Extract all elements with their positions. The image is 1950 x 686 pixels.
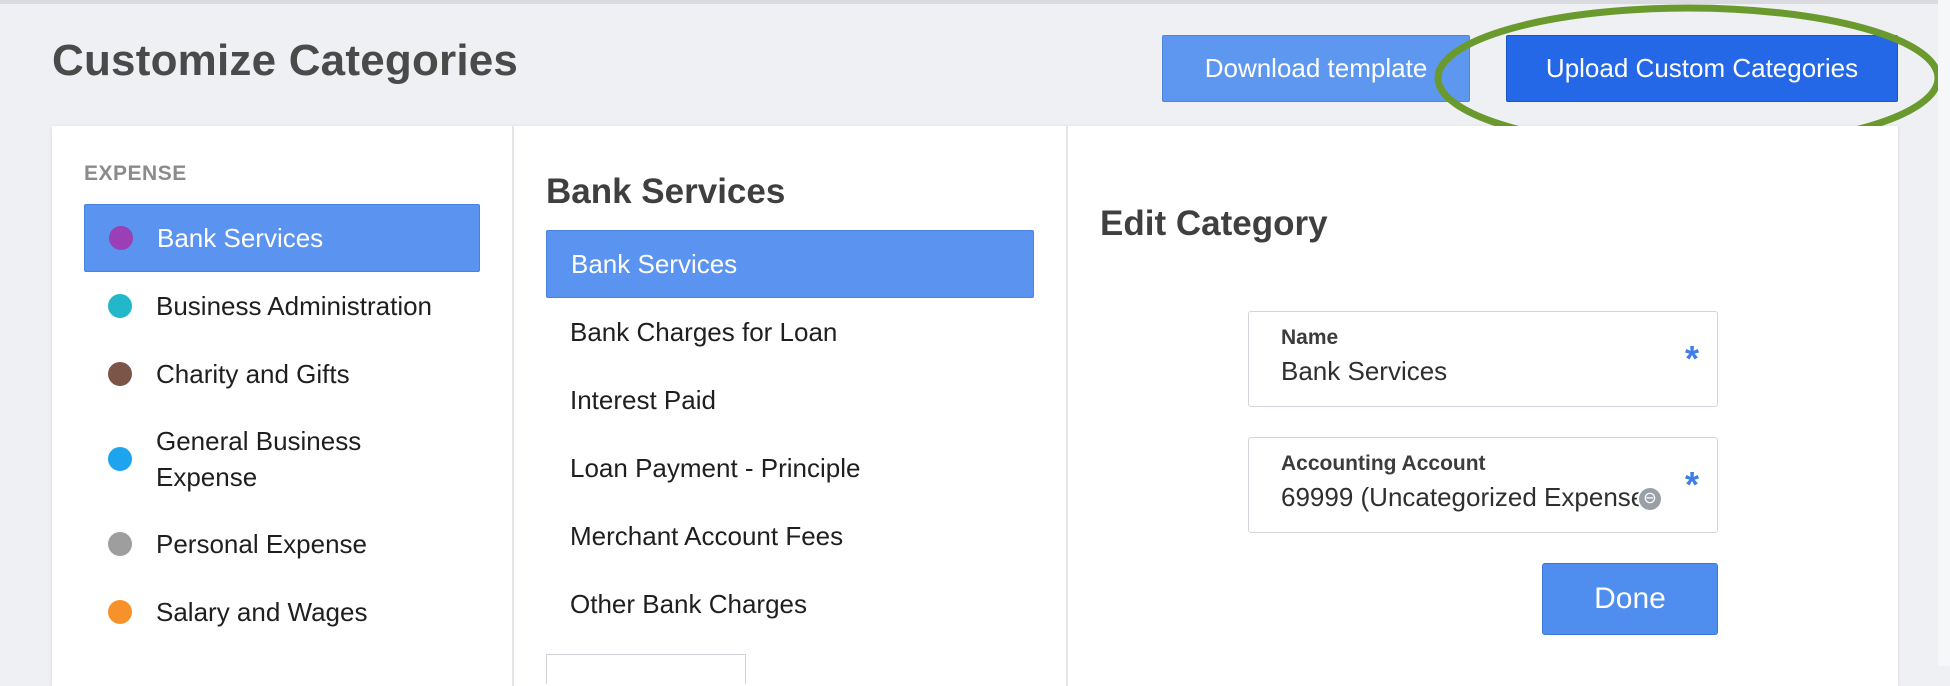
- required-asterisk: *: [1684, 464, 1699, 505]
- page-title: Customize Categories: [52, 36, 519, 85]
- category-item-salary-and-wages[interactable]: Salary and Wages: [84, 578, 480, 646]
- subcategory-list: Bank Services Bank Charges for Loan Inte…: [546, 230, 1034, 638]
- subcategory-item[interactable]: Other Bank Charges: [546, 570, 1034, 638]
- clear-icon[interactable]: ⊖: [1639, 488, 1661, 510]
- category-label: Personal Expense: [156, 529, 368, 559]
- name-field-value[interactable]: Bank Services: [1281, 356, 1641, 387]
- category-item-charity-and-gifts[interactable]: Charity and Gifts: [84, 340, 480, 408]
- subcategory-item[interactable]: Bank Charges for Loan: [546, 298, 1034, 366]
- download-template-button[interactable]: Download template: [1162, 35, 1470, 102]
- add-subcategory-box[interactable]: [546, 654, 746, 684]
- window-edge: [1938, 0, 1950, 666]
- done-button[interactable]: Done: [1542, 563, 1718, 635]
- subcategory-column-title: Bank Services: [546, 172, 786, 211]
- category-color-dot: [108, 362, 132, 386]
- category-item-personal-expense[interactable]: Personal Expense: [84, 510, 480, 578]
- subcategory-item[interactable]: Interest Paid: [546, 366, 1034, 434]
- category-color-dot: [108, 532, 132, 556]
- category-label: General Business Expense: [156, 426, 362, 492]
- accounting-account-label: Accounting Account: [1281, 452, 1486, 475]
- category-color-dot: [108, 294, 132, 318]
- accounting-account-field[interactable]: Accounting Account 69999 (Uncategorized …: [1248, 437, 1718, 533]
- upload-custom-categories-button[interactable]: Upload Custom Categories: [1506, 35, 1898, 102]
- category-color-dot: [109, 226, 133, 250]
- column-divider: [1066, 126, 1068, 686]
- edit-category-title: Edit Category: [1100, 204, 1328, 243]
- category-item-general-business-expense[interactable]: General Business Expense: [84, 408, 480, 510]
- category-label: Charity and Gifts: [156, 359, 350, 389]
- category-label: Bank Services: [157, 223, 324, 253]
- category-color-dot: [108, 600, 132, 624]
- category-label: Business Administration: [156, 291, 433, 321]
- name-field-label: Name: [1281, 326, 1339, 349]
- category-item-bank-services[interactable]: Bank Services: [84, 204, 480, 272]
- expense-category-list: Bank Services Business Administration Ch…: [84, 204, 480, 646]
- expense-section-label: EXPENSE: [84, 162, 187, 185]
- category-item-business-administration[interactable]: Business Administration: [84, 272, 480, 340]
- subcategory-item[interactable]: Merchant Account Fees: [546, 502, 1034, 570]
- top-border: [0, 0, 1950, 4]
- subcategory-item[interactable]: Bank Services: [546, 230, 1034, 298]
- name-field[interactable]: Name Bank Services *: [1248, 311, 1718, 407]
- accounting-account-value[interactable]: 69999 (Uncategorized Expense): [1281, 482, 1641, 513]
- column-divider: [512, 126, 514, 686]
- required-asterisk: *: [1684, 338, 1699, 379]
- subcategory-item[interactable]: Loan Payment - Principle: [546, 434, 1034, 502]
- category-color-dot: [108, 447, 132, 471]
- category-label: Salary and Wages: [156, 597, 368, 627]
